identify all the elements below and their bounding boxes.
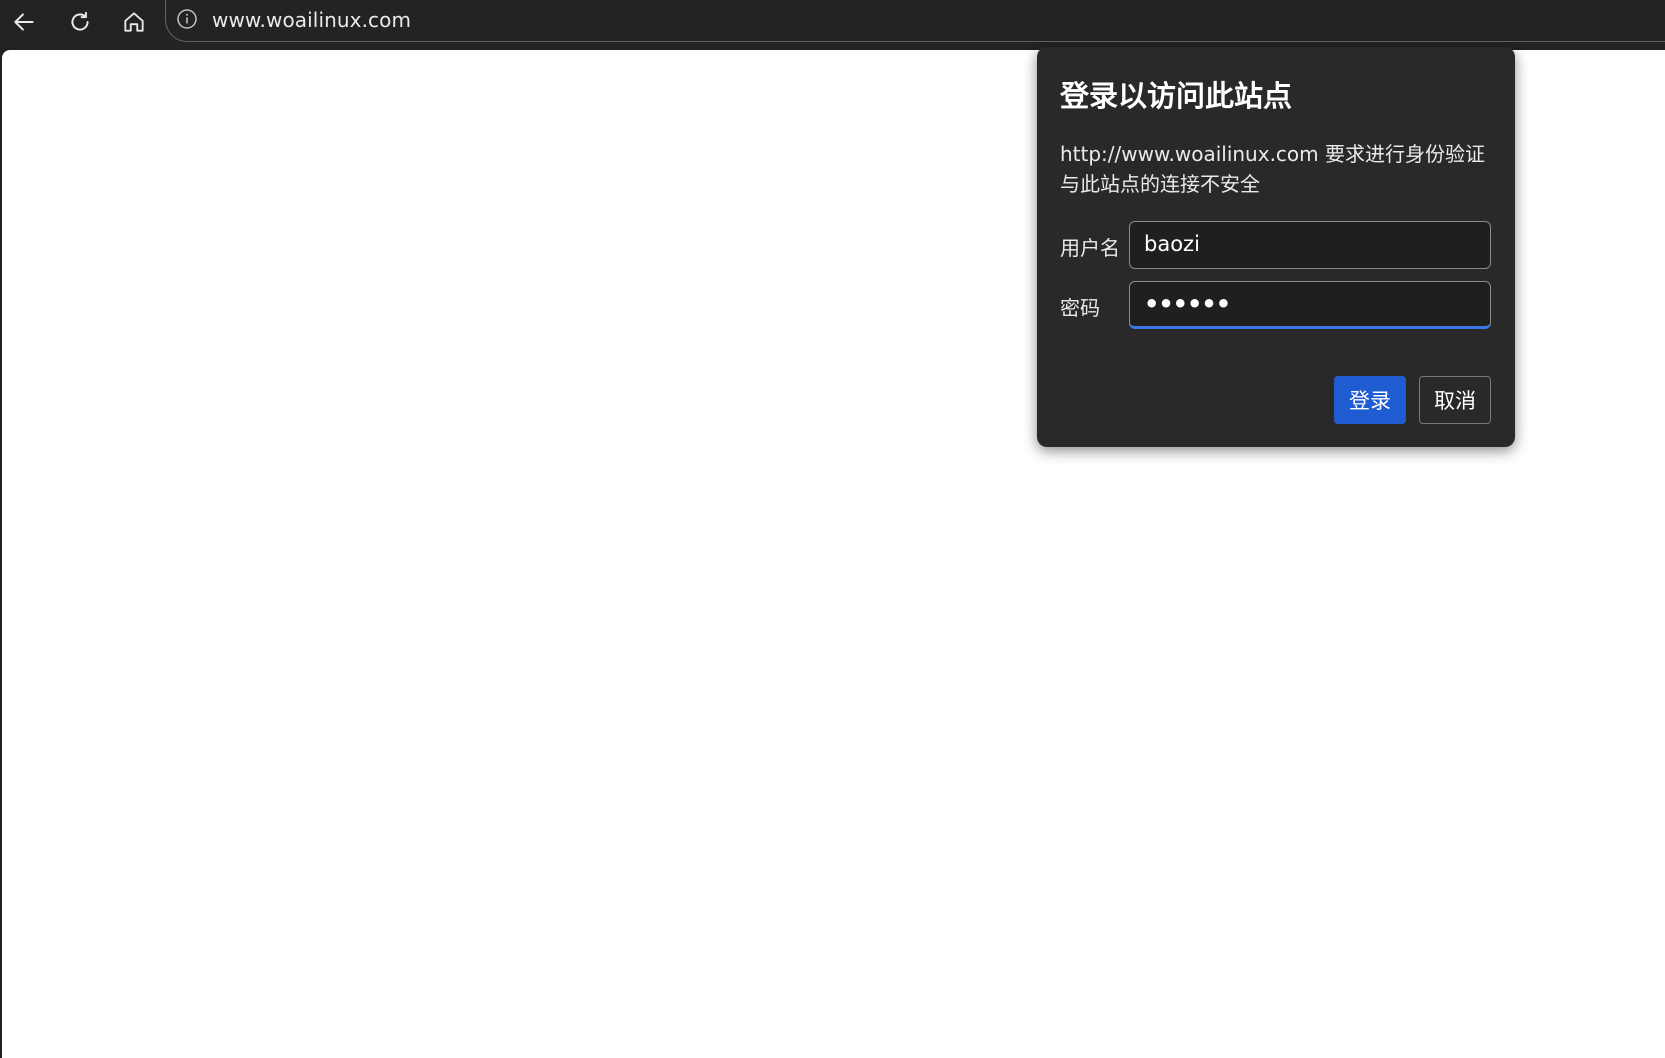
back-button[interactable] <box>6 4 42 40</box>
dialog-message: http://www.woailinux.com 要求进行身份验证 与此站点的连… <box>1060 139 1485 199</box>
back-arrow-icon <box>14 13 34 31</box>
password-value: •••••• <box>1144 290 1231 318</box>
dialog-title: 登录以访问此站点 <box>1060 79 1293 113</box>
cancel-button[interactable]: 取消 <box>1419 376 1491 424</box>
dialog-message-line2: 与此站点的连接不安全 <box>1060 172 1260 196</box>
auth-dialog: 登录以访问此站点 http://www.woailinux.com 要求进行身份… <box>1037 47 1515 447</box>
url-text[interactable]: www.woailinux.com <box>212 8 411 32</box>
info-icon[interactable] <box>176 8 198 30</box>
username-field[interactable]: baozi <box>1129 221 1491 269</box>
browser-toolbar: www.woailinux.com <box>0 0 1665 48</box>
dialog-message-line1: http://www.woailinux.com 要求进行身份验证 <box>1060 142 1485 166</box>
home-icon <box>124 12 144 32</box>
password-field[interactable]: •••••• <box>1129 281 1491 329</box>
password-label: 密码 <box>1060 296 1100 320</box>
reload-icon <box>71 11 89 31</box>
username-value: baozi <box>1144 232 1200 256</box>
login-button[interactable]: 登录 <box>1334 376 1406 424</box>
address-bar[interactable]: www.woailinux.com <box>165 0 1665 42</box>
reload-button[interactable] <box>62 4 98 40</box>
username-label: 用户名 <box>1060 236 1120 260</box>
home-button[interactable] <box>116 4 152 40</box>
